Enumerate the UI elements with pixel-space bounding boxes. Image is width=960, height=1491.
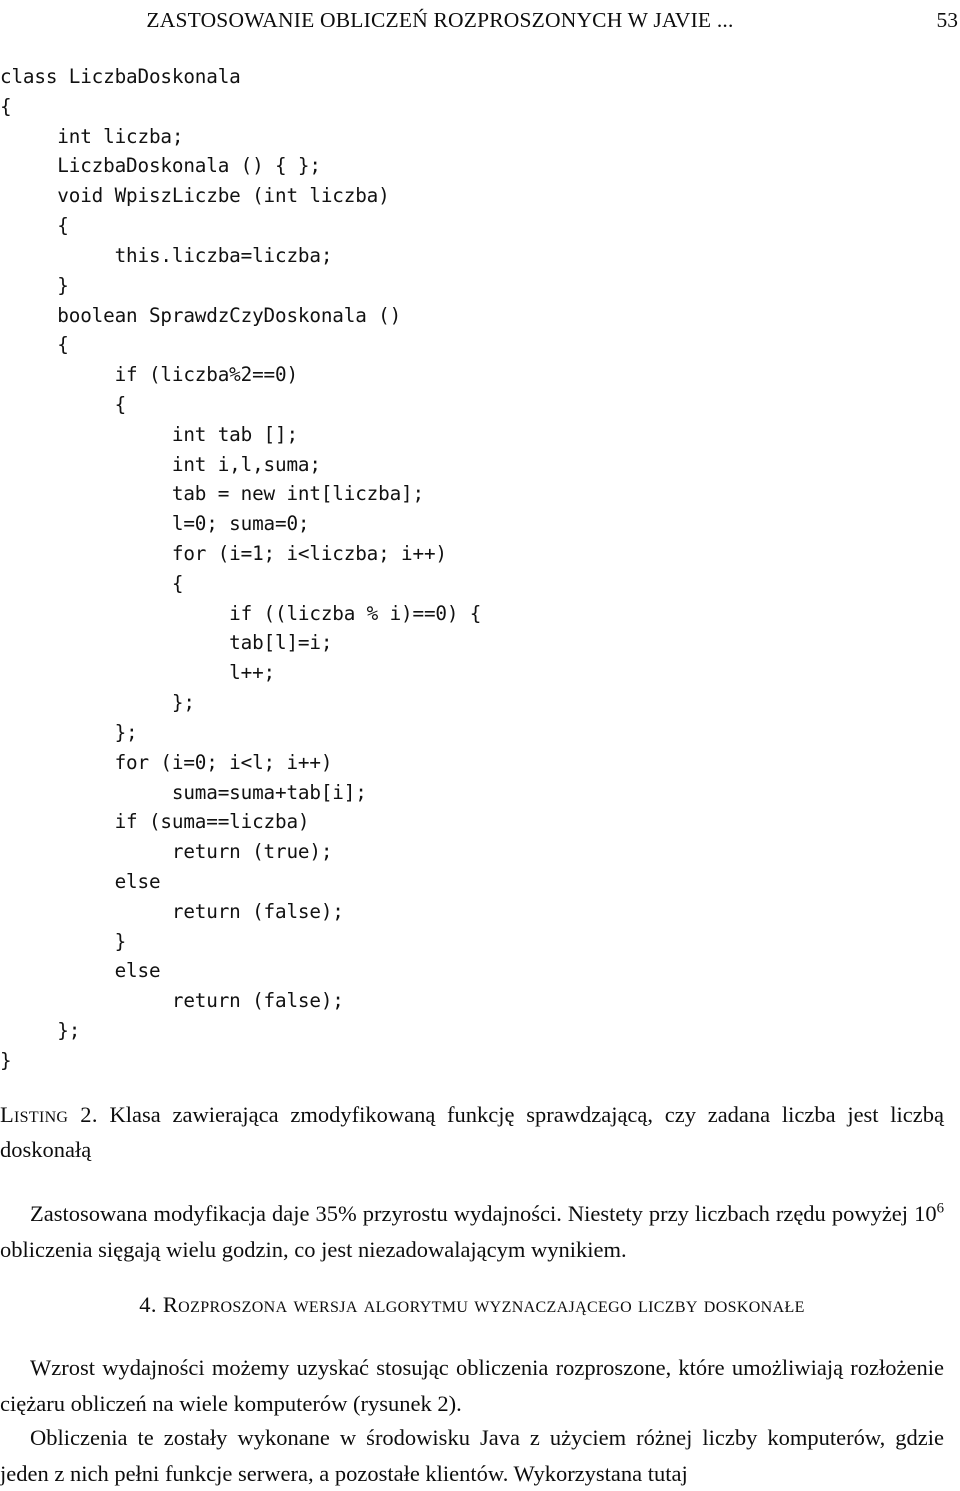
code-line: if ((liczba % i)==0) { <box>0 601 482 625</box>
code-line: return (true); <box>0 840 333 864</box>
code-line: int liczba; <box>0 124 184 148</box>
code-line: int i,l,suma; <box>0 452 321 476</box>
section-heading: 4. Rozproszona wersja algorytmu wyznacza… <box>0 1292 944 1318</box>
code-line: suma=suma+tab[i]; <box>0 780 367 804</box>
paragraph-wzrost: Wzrost wydajności możemy uzyskać stosują… <box>0 1355 944 1416</box>
code-line: class LiczbaDoskonala <box>0 65 241 88</box>
code-line: LiczbaDoskonala () { }; <box>0 154 321 178</box>
code-line: this.liczba=liczba; <box>0 243 333 267</box>
code-line: } <box>0 273 69 297</box>
running-head: ZASTOSOWANIE OBLICZEŃ ROZPROSZONYCH W JA… <box>0 8 960 42</box>
section-title: Rozproszona wersja algorytmu wyznaczając… <box>162 1292 805 1317</box>
code-line: for (i=0; i<l; i++) <box>0 750 333 774</box>
code-line: { <box>0 94 12 118</box>
listing-caption-label: Listing 2. <box>0 1102 98 1127</box>
code-line: l++; <box>0 661 275 685</box>
section-number: 4. <box>139 1292 157 1317</box>
code-line: void WpiszLiczbe (int liczba) <box>0 184 390 208</box>
code-line: for (i=1; i<liczba; i++) <box>0 542 447 565</box>
paragraph-obliczenia: Obliczenia te zostały wykonane w środowi… <box>0 1425 944 1486</box>
code-listing: class LiczbaDoskonala { int liczba; Liczb… <box>0 62 620 1076</box>
code-line: int tab []; <box>0 422 298 446</box>
code-line: } <box>0 1048 12 1072</box>
code-line: { <box>0 333 69 357</box>
paragraph-performance: Zastosowana modyfikacja daje 35% przyros… <box>0 1196 944 1267</box>
exponent-six: 6 <box>936 1200 944 1217</box>
paragraph-performance-text-end: obliczenia sięgają wielu godzin, co jest… <box>0 1236 627 1262</box>
code-line: { <box>0 214 69 238</box>
code-line: else <box>0 959 161 983</box>
code-line: { <box>0 392 127 416</box>
code-line: return (false); <box>0 899 344 923</box>
listing-caption-text: Klasa zawierająca zmodyfikowaną funkcję … <box>0 1102 945 1162</box>
code-line: tab[l]=i; <box>0 631 333 655</box>
code-line: return (false); <box>0 989 344 1013</box>
listing-caption: Listing 2. Klasa zawierająca zmodyfikowa… <box>0 1097 944 1167</box>
code-line: { <box>0 571 184 595</box>
paragraph-performance-text-start: Zastosowana modyfikacja daje 35% przyros… <box>30 1201 937 1226</box>
running-head-title: ZASTOSOWANIE OBLICZEŃ ROZPROSZONYCH W JA… <box>146 8 734 32</box>
code-line: tab = new int[liczba]; <box>0 482 424 506</box>
code-line: }; <box>0 691 195 715</box>
document-page: ZASTOSOWANIE OBLICZEŃ ROZPROSZONYCH W JA… <box>0 0 960 1486</box>
code-line: if (liczba%2==0) <box>0 363 298 387</box>
code-line: }; <box>0 1019 81 1042</box>
code-line: } <box>0 929 127 953</box>
code-line: boolean SprawdzCzyDoskonala () <box>0 303 402 327</box>
code-line: l=0; suma=0; <box>0 512 310 536</box>
code-line: else <box>0 869 161 893</box>
code-line: if (suma==liczba) <box>0 810 310 834</box>
code-line: }; <box>0 720 138 744</box>
page-number: 53 <box>936 8 959 32</box>
